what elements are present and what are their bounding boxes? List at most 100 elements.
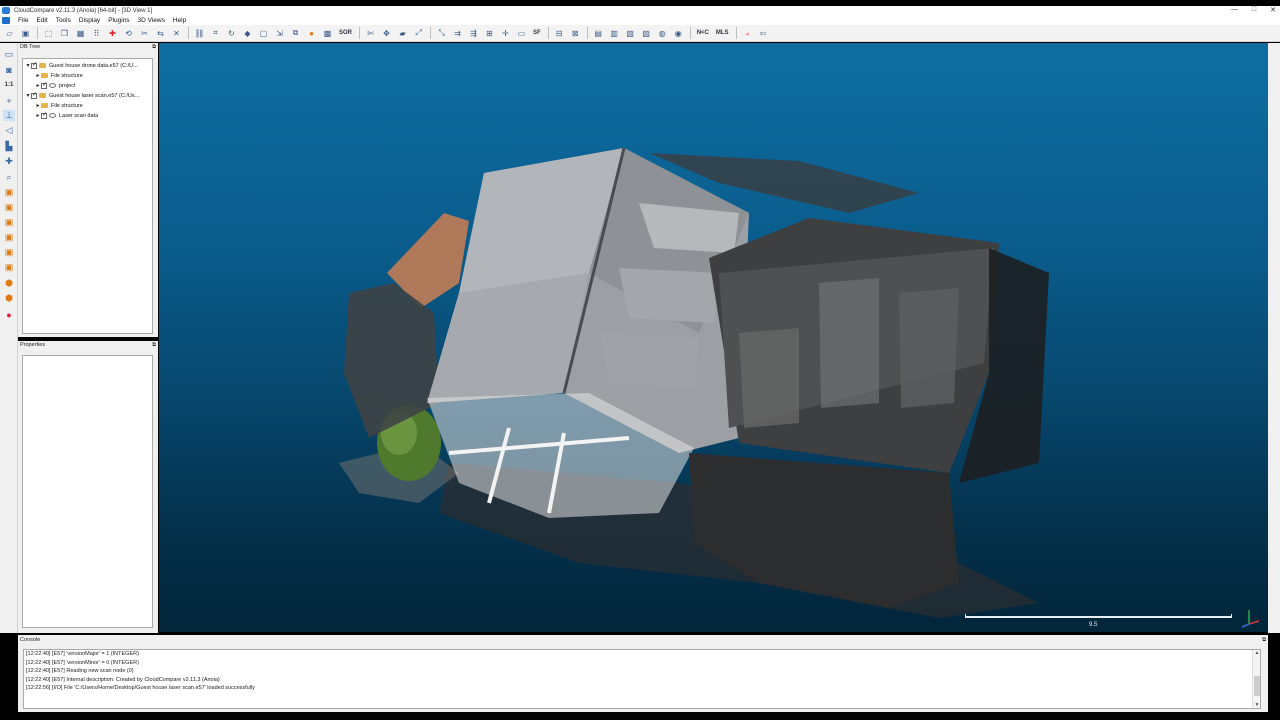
layer-icon[interactable]: ▨ [641, 28, 652, 39]
plane-icon[interactable]: ▰ [397, 28, 408, 39]
crop-icon[interactable]: ⌗ [210, 28, 221, 39]
db-tree-panel: DB Tree ⧉ ▾ Guest house drone data.e57 (… [18, 43, 158, 337]
maximize-button[interactable]: □ [1252, 6, 1256, 14]
rotate-icon[interactable]: ↻ [226, 28, 237, 39]
save-icon[interactable]: ▣ [20, 28, 31, 39]
align-icon[interactable]: ⇆ [155, 28, 166, 39]
db-tree-list: ▾ Guest house drone data.e57 (C:/U... ▸ … [22, 58, 153, 334]
lighting-icon[interactable]: ▙ [3, 141, 15, 152]
link-icon[interactable]: ⛓ [194, 28, 205, 39]
duplicate-icon[interactable]: ⧉ [290, 28, 301, 39]
checkerboard-icon[interactable]: ▩ [322, 28, 333, 39]
sor-filter-button[interactable]: SOR [338, 28, 353, 39]
point-picking-icon[interactable]: ✚ [107, 28, 118, 39]
histogram-icon[interactable]: ▤ [593, 28, 604, 39]
3d-view[interactable]: 9.5 [159, 43, 1268, 632]
scrollbar-thumb[interactable] [1254, 676, 1260, 696]
move-icon[interactable]: ✥ [381, 28, 392, 39]
octree-icon[interactable]: ⊠ [570, 28, 581, 39]
float-panel-icon[interactable]: ⧉ [152, 342, 156, 349]
delete-icon[interactable]: ✕ [171, 28, 182, 39]
view-top-icon[interactable]: ▣ [3, 202, 15, 213]
interior-wall [819, 278, 879, 408]
view-back-icon[interactable]: ▣ [3, 232, 15, 243]
camera-icon[interactable]: ◙ [3, 64, 15, 75]
close-button[interactable]: ✕ [1270, 6, 1276, 14]
nc-button[interactable]: N<C [696, 28, 710, 39]
back-icon[interactable]: ⇦ [758, 28, 769, 39]
cloud-mesh-icon[interactable]: ⇶ [468, 28, 479, 39]
crosshair-icon[interactable]: + [3, 95, 15, 106]
menu-help[interactable]: Help [173, 17, 186, 24]
view-iso1-icon[interactable]: ⬢ [3, 278, 15, 289]
folder-icon [39, 93, 46, 98]
visibility-checkbox[interactable] [41, 81, 47, 89]
compute-icon[interactable]: ⊞ [484, 28, 495, 39]
sf-add-icon[interactable]: ✛ [500, 28, 511, 39]
distance-icon[interactable]: ⤡ [436, 28, 447, 39]
sf-delete-icon[interactable]: ▭ [516, 28, 527, 39]
primitive-icon[interactable]: ● [306, 28, 317, 39]
visibility-checkbox[interactable] [31, 61, 37, 69]
sf-arithmetic-icon[interactable]: SF [532, 28, 542, 39]
select-icon[interactable]: ⬚ [43, 28, 54, 39]
float-panel-icon[interactable]: ⧉ [152, 44, 156, 51]
view-front-icon[interactable]: ▣ [3, 187, 15, 198]
translate-rotate-icon[interactable]: ⟲ [123, 28, 134, 39]
console-scrollbar[interactable]: ▲ ▼ [1252, 650, 1260, 708]
properties-panel: Properties ⧉ [18, 341, 158, 633]
tree-item-laser-scan-data[interactable]: ▸ Laser scan data [35, 111, 98, 120]
merge-icon[interactable]: ▦ [75, 28, 86, 39]
cloud-cloud-icon[interactable]: ⇉ [452, 28, 463, 39]
sphere-icon[interactable]: ◍ [657, 28, 668, 39]
clone-icon[interactable]: ❐ [59, 28, 70, 39]
menu-plugins[interactable]: Plugins [108, 17, 129, 24]
box-icon[interactable]: ▢ [258, 28, 269, 39]
menu-tools[interactable]: Tools [56, 17, 71, 24]
folder-icon [41, 73, 48, 78]
pivot-icon[interactable]: ⊥ [3, 110, 15, 121]
tree-item-file-structure[interactable]: ▸ File structure [35, 71, 82, 80]
globe-icon[interactable]: ◉ [673, 28, 684, 39]
menu-display[interactable]: Display [79, 17, 100, 24]
tree-item-laser-file[interactable]: ▾ Guest house laser scan.e57 (C:/Us... [25, 91, 139, 100]
visibility-checkbox[interactable] [41, 111, 47, 119]
fit-icon[interactable]: ⤢ [413, 28, 424, 39]
visibility-checkbox[interactable] [31, 91, 37, 99]
perspective-icon[interactable]: ◁ [3, 125, 15, 136]
scroll-up-icon[interactable]: ▲ [1253, 650, 1261, 656]
menu-3d-views[interactable]: 3D Views [138, 17, 165, 24]
tree-item-label: Guest house drone data.e57 (C:/U... [49, 62, 138, 69]
view-iso2-icon[interactable]: ⬢ [3, 293, 15, 304]
float-panel-icon[interactable]: ⧉ [1262, 637, 1266, 644]
measure-icon[interactable]: ⟓ [742, 28, 753, 39]
menu-file[interactable]: File [18, 17, 28, 24]
scale-icon[interactable]: ⇲ [274, 28, 285, 39]
tree-item-project[interactable]: ▸ project [35, 81, 75, 90]
zoom-icon[interactable]: ⌕ [3, 172, 15, 183]
view-right-icon[interactable]: ▣ [3, 247, 15, 258]
segment-icon[interactable]: ✂ [139, 28, 150, 39]
minimize-button[interactable]: — [1231, 6, 1238, 14]
stereo-icon[interactable]: ● [3, 309, 15, 320]
view-screen-icon[interactable]: ▭ [3, 49, 15, 60]
stats-icon[interactable]: ▥ [609, 28, 620, 39]
translate-icon[interactable]: ✚ [3, 156, 15, 167]
mls-button[interactable]: MLS [715, 28, 730, 39]
one-to-one-icon[interactable]: 1:1 [3, 79, 15, 90]
view-left-icon[interactable]: ▣ [3, 217, 15, 228]
open-icon[interactable]: ▱ [4, 28, 15, 39]
filter-icon[interactable]: ▧ [625, 28, 636, 39]
scroll-down-icon[interactable]: ▼ [1253, 702, 1261, 708]
tree-item-label: Guest house laser scan.e57 (C:/Us... [49, 92, 140, 99]
tree-item-drone-file[interactable]: ▾ Guest house drone data.e57 (C:/U... [25, 61, 138, 70]
tree-item-file-structure[interactable]: ▸ File structure [35, 101, 82, 110]
normals-icon[interactable]: ⊟ [554, 28, 565, 39]
toolbar-separator [430, 27, 432, 39]
tag-icon[interactable]: ◆ [242, 28, 253, 39]
subsample-icon[interactable]: ⠿ [91, 28, 102, 39]
menu-edit[interactable]: Edit [36, 17, 47, 24]
cut-icon[interactable]: ✄ [365, 28, 376, 39]
interior-wall [739, 328, 799, 428]
view-bottom-icon[interactable]: ▣ [3, 262, 15, 273]
